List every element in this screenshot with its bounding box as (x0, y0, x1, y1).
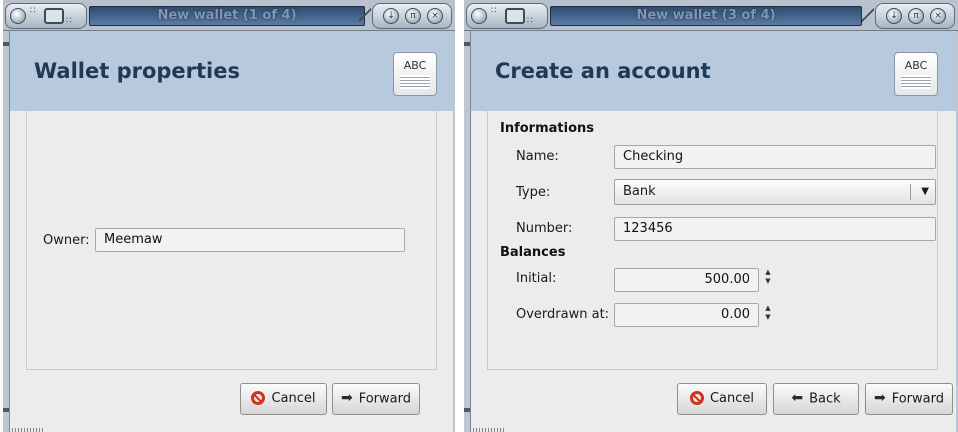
page-title: Wallet properties (34, 59, 241, 83)
name-field[interactable]: Checking (614, 145, 936, 169)
resize-grip[interactable] (470, 428, 506, 432)
icon-text-lines (901, 75, 931, 89)
cancel-button-label: Cancel (271, 391, 316, 406)
titlebar[interactable]: ∷ ∷ New wallet (3 of 4) ↓ π × (464, 0, 958, 31)
icon-text-lines (400, 75, 430, 89)
overdrawn-spinner-icon[interactable]: ▲ ▼ (764, 304, 772, 326)
cancel-button[interactable]: Cancel (677, 383, 767, 415)
name-label: Name: (516, 149, 559, 164)
forward-arrow-icon: ➡ (340, 390, 353, 406)
cancel-icon (251, 390, 266, 405)
window-menu-icon[interactable] (471, 8, 487, 24)
forward-button[interactable]: ➡ Forward (332, 383, 420, 415)
overdrawn-field[interactable]: 0.00 (614, 303, 759, 327)
titlebar-dots-icon: ∷ (527, 16, 534, 26)
window-title: New wallet (3 of 4) (636, 8, 776, 23)
owner-label: Owner: (43, 233, 90, 248)
type-label: Type: (516, 185, 551, 200)
resize-handle[interactable] (3, 408, 9, 412)
resize-grip[interactable] (9, 428, 45, 432)
titlebar-resize-icon (359, 6, 371, 24)
create-account-window: ∷ ∷ New wallet (3 of 4) ↓ π × Create an … (464, 0, 958, 432)
forward-arrow-icon: ➡ (873, 390, 886, 406)
page-content: Owner: Meemaw (26, 111, 437, 370)
page-content: Informations Name: Checking Type: Bank ▼… (487, 111, 938, 370)
type-select-value: Bank (623, 184, 656, 199)
resize-handle[interactable] (464, 42, 470, 46)
informations-heading: Informations (500, 121, 595, 136)
page-title: Create an account (495, 59, 711, 83)
close-icon[interactable]: × (427, 8, 443, 24)
type-select[interactable]: Bank ▼ (614, 179, 936, 205)
abc-document-icon: ABC (894, 52, 938, 96)
back-button-label: Back (809, 391, 841, 407)
close-icon[interactable]: × (930, 8, 946, 24)
page-header: Create an account ABC (471, 31, 956, 111)
dialog-client-area: Create an account ABC Informations Name:… (470, 31, 956, 432)
titlebar-left-controls: ∷ ∷ (5, 3, 87, 29)
number-field[interactable]: 123456 (614, 217, 936, 241)
back-button[interactable]: ⬅ Back (773, 383, 859, 415)
number-label: Number: (516, 221, 573, 236)
chevron-down-icon: ▼ (921, 186, 929, 197)
balances-heading: Balances (500, 245, 566, 260)
dialog-client-area: Wallet properties ABC Owner: Meemaw Canc… (9, 31, 453, 432)
titlebar-resize-icon (862, 6, 874, 24)
titlebar-dots-icon: ∷ (30, 6, 37, 16)
forward-button[interactable]: ➡ Forward (865, 383, 953, 415)
shade-icon[interactable]: π (405, 8, 421, 24)
titlebar-dots-icon: ∷ (66, 16, 73, 26)
minimize-icon[interactable]: ↓ (383, 8, 399, 24)
cancel-button-label: Cancel (709, 391, 755, 406)
initial-label: Initial: (516, 271, 557, 286)
maximize-window-icon[interactable] (505, 8, 525, 24)
window-title-bar: New wallet (3 of 4) (550, 6, 862, 26)
shade-icon[interactable]: π (908, 8, 924, 24)
titlebar-right-controls: ↓ π × (372, 3, 452, 29)
titlebar-left-controls: ∷ ∷ (466, 3, 548, 29)
cancel-button[interactable]: Cancel (240, 383, 327, 415)
resize-handle[interactable] (3, 42, 9, 46)
initial-spinner-icon[interactable]: ▲ ▼ (764, 268, 772, 290)
cancel-icon (689, 390, 704, 405)
maximize-window-icon[interactable] (44, 8, 64, 24)
window-menu-icon[interactable] (10, 8, 26, 24)
wallet-properties-window: ∷ ∷ New wallet (1 of 4) ↓ π × Wallet pro… (3, 0, 455, 432)
page-header: Wallet properties ABC (10, 31, 453, 111)
forward-button-label: Forward (891, 391, 944, 407)
owner-field[interactable]: Meemaw (95, 228, 405, 252)
titlebar-dots-icon: ∷ (491, 6, 498, 16)
abc-icon-text: ABC (904, 59, 928, 72)
abc-document-icon: ABC (393, 52, 437, 96)
titlebar-right-controls: ↓ π × (875, 3, 955, 29)
back-arrow-icon: ⬅ (791, 390, 804, 406)
window-title: New wallet (1 of 4) (157, 8, 297, 23)
forward-button-label: Forward (358, 391, 411, 407)
abc-icon-text: ABC (403, 59, 427, 72)
overdrawn-label: Overdrawn at: (516, 307, 610, 322)
window-title-bar: New wallet (1 of 4) (89, 6, 365, 26)
initial-balance-field[interactable]: 500.00 (614, 268, 759, 292)
type-select-divider (910, 184, 911, 200)
titlebar[interactable]: ∷ ∷ New wallet (1 of 4) ↓ π × (3, 0, 455, 31)
minimize-icon[interactable]: ↓ (886, 8, 902, 24)
resize-handle[interactable] (464, 408, 470, 412)
